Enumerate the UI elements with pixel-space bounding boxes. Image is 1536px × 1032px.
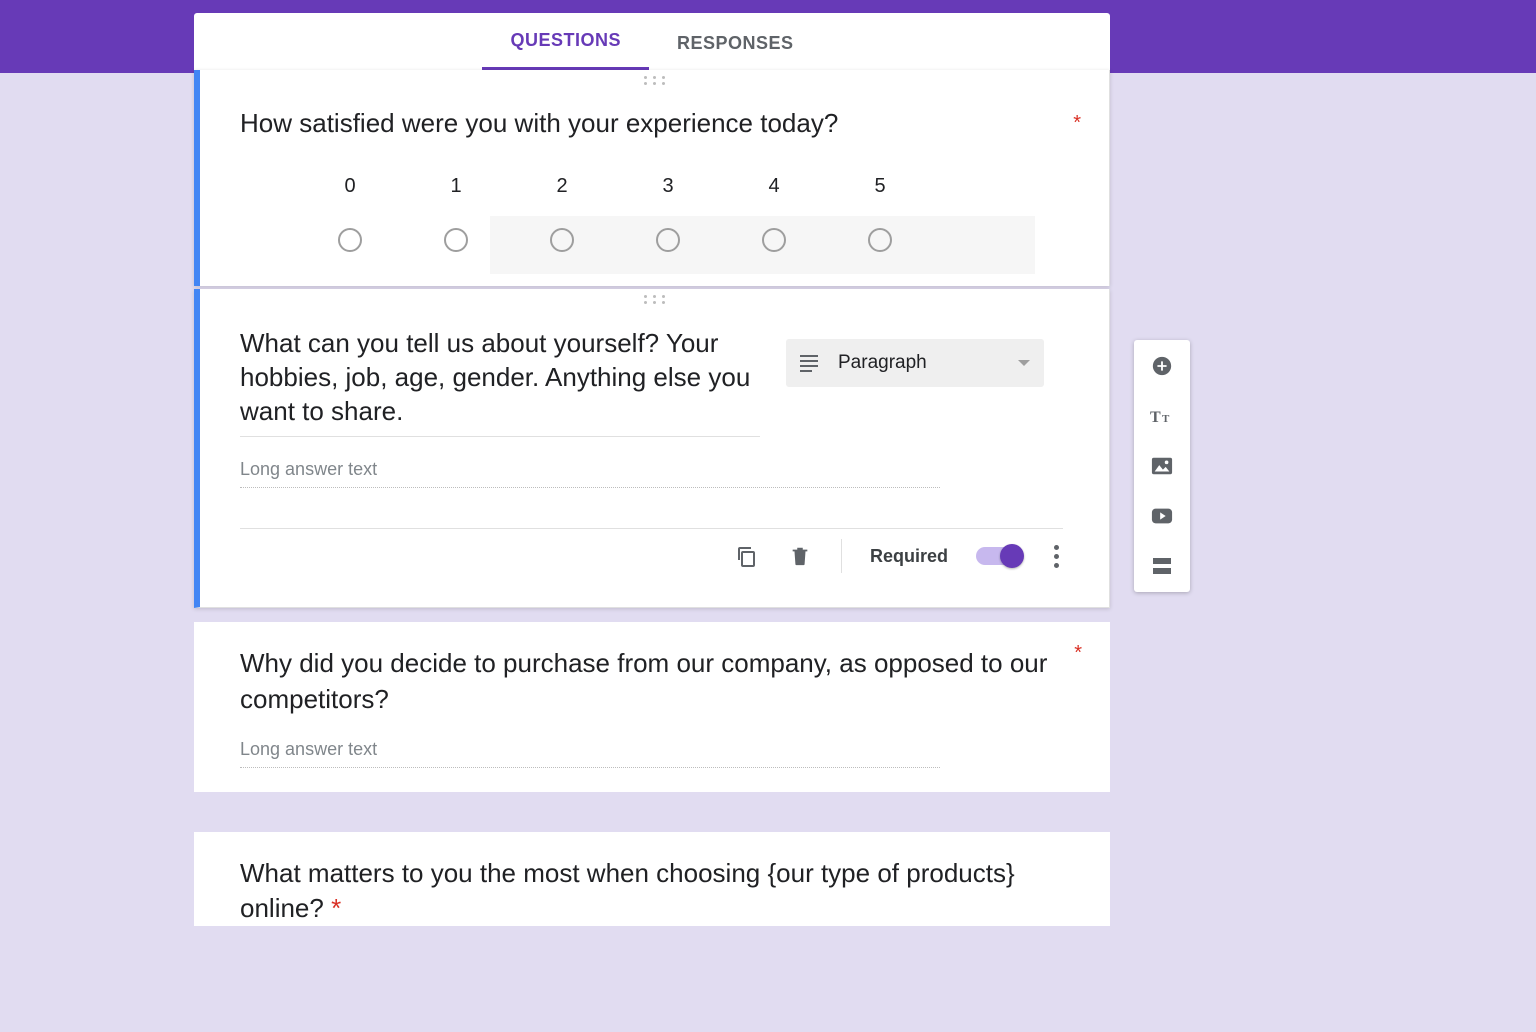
- add-video-button[interactable]: [1150, 504, 1174, 528]
- tabs-bar: QUESTIONS RESPONSES: [194, 13, 1110, 70]
- more-options-button[interactable]: [1050, 541, 1063, 572]
- divider: [841, 539, 842, 573]
- question-title: Why did you decide to purchase from our …: [240, 646, 1064, 716]
- required-indicator: *: [1074, 642, 1082, 665]
- add-image-button[interactable]: [1150, 454, 1174, 478]
- add-title-button[interactable]: TT: [1150, 404, 1174, 428]
- add-section-button[interactable]: [1150, 554, 1174, 578]
- tab-responses[interactable]: RESPONSES: [649, 15, 822, 70]
- delete-button[interactable]: [787, 543, 813, 569]
- scale-label: 2: [556, 175, 567, 198]
- form-container: QUESTIONS RESPONSES How satisfied were y…: [194, 13, 1110, 926]
- scale-radio-1[interactable]: [444, 228, 468, 252]
- question-card-paragraph[interactable]: What matters to you the most when choosi…: [194, 832, 1110, 926]
- paragraph-icon: [800, 355, 818, 372]
- question-title: How satisfied were you with your experie…: [240, 106, 1063, 141]
- drag-handle[interactable]: [200, 70, 1109, 88]
- scale-radio-4[interactable]: [762, 228, 786, 252]
- scale-label: 3: [662, 175, 673, 198]
- chevron-down-icon: [1018, 360, 1030, 366]
- scale-label: 5: [874, 175, 885, 198]
- required-toggle[interactable]: [976, 547, 1022, 565]
- scale-radio-5[interactable]: [868, 228, 892, 252]
- scale-label: 1: [450, 175, 461, 198]
- drag-handle[interactable]: [200, 289, 1109, 307]
- question-card-paragraph[interactable]: Why did you decide to purchase from our …: [194, 622, 1110, 791]
- scale-radio-3[interactable]: [656, 228, 680, 252]
- question-title: What matters to you the most when choosi…: [240, 856, 1064, 926]
- question-card-linear-scale[interactable]: How satisfied were you with your experie…: [194, 70, 1110, 286]
- svg-text:T: T: [1162, 413, 1170, 425]
- required-indicator: *: [1073, 112, 1081, 135]
- question-title-input[interactable]: [240, 325, 760, 437]
- question-footer: Required: [240, 528, 1063, 573]
- scale-radio-2[interactable]: [550, 228, 574, 252]
- question-card-paragraph-editing[interactable]: Paragraph Long answer text Required: [194, 289, 1110, 608]
- scale-label: 4: [768, 175, 779, 198]
- scale-label: 0: [344, 175, 355, 198]
- question-type-selector[interactable]: Paragraph: [786, 339, 1044, 387]
- duplicate-button[interactable]: [733, 543, 759, 569]
- scale-radio-0[interactable]: [338, 228, 362, 252]
- tab-questions[interactable]: QUESTIONS: [482, 12, 649, 70]
- required-label: Required: [870, 546, 948, 567]
- type-label: Paragraph: [838, 352, 998, 374]
- side-toolbar: TT: [1134, 340, 1190, 592]
- long-answer-placeholder: Long answer text: [240, 739, 940, 768]
- add-question-button[interactable]: [1150, 354, 1174, 378]
- svg-text:T: T: [1150, 409, 1161, 426]
- long-answer-placeholder: Long answer text: [240, 459, 940, 488]
